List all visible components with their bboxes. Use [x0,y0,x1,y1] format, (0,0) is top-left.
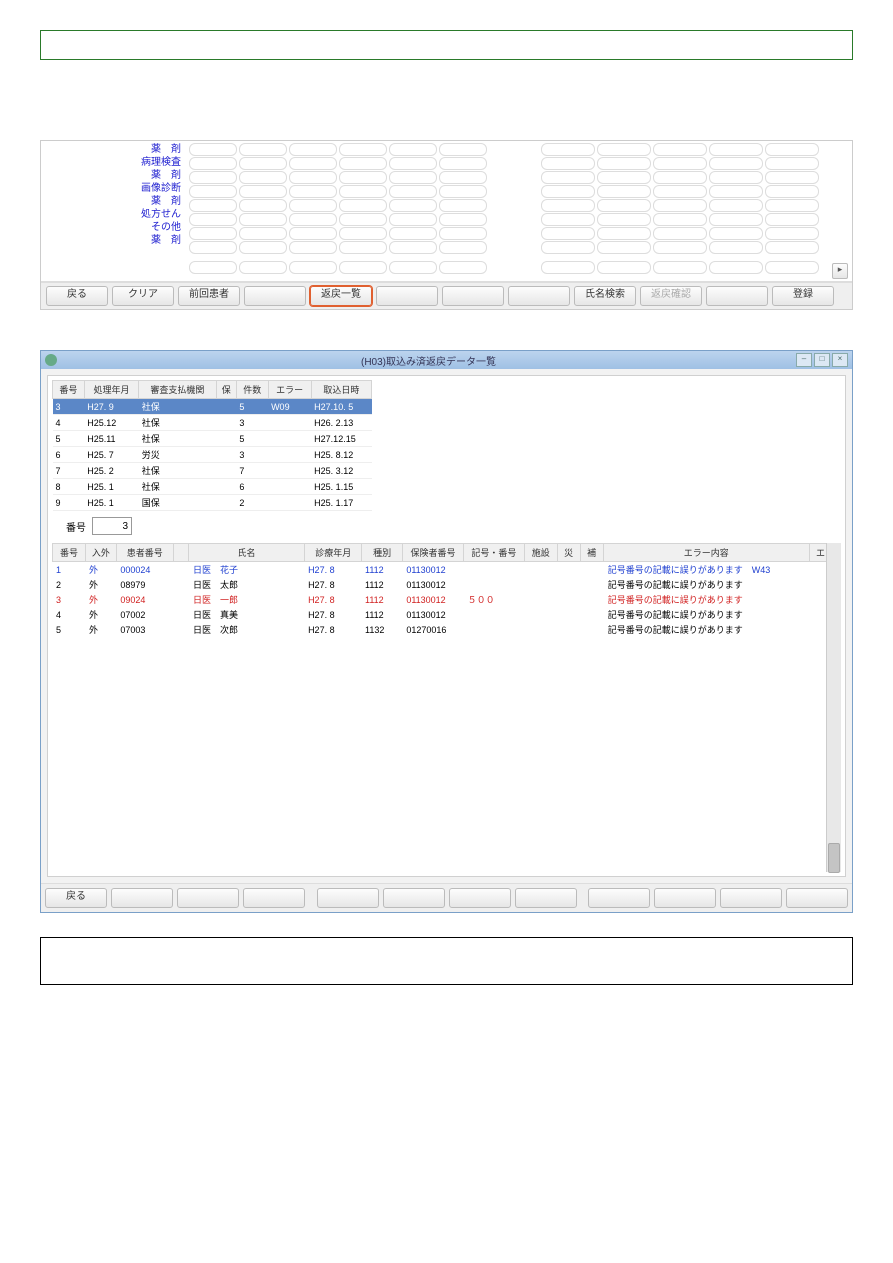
prev-patient-button[interactable]: 前回患者 [178,286,240,306]
column-header[interactable]: 保 [216,381,236,399]
table-row[interactable]: 5外07003日医 次郎H27. 8113201270016記号番号の記載に誤り… [52,622,841,637]
window-back-button[interactable]: 戻る [45,888,107,908]
cell-grid: ▸ [185,141,852,281]
table-row[interactable]: 3外09024日医 一郎H27. 8111201130012５００記号番号の記載… [52,592,841,607]
column-header[interactable]: 保険者番号 [403,544,464,562]
column-header[interactable]: 番号 [53,381,85,399]
column-header[interactable]: エラー [268,381,311,399]
titlebar: (H03)取込み済返戻データ一覧 – □ × [41,351,852,369]
blank-button[interactable]: _ [244,286,306,306]
column-header[interactable]: 取込日時 [311,381,371,399]
upper-panel: 薬 剤病理検査薬 剤画像診断薬 剤処方せんその他薬 剤 ▸ 戻る クリア 前回患… [40,140,853,310]
category-label: 薬 剤 [41,143,181,156]
scroll-right-icon[interactable]: ▸ [832,263,848,279]
detail-table[interactable]: 番号入外患者番号氏名診療年月種別保険者番号記号・番号施設災補エラー内容エラ 1外… [52,543,841,872]
blank-button[interactable]: _ [720,888,782,908]
column-header[interactable]: 記号・番号 [463,544,524,562]
close-icon[interactable]: × [832,353,848,367]
category-label: 病理検査 [41,156,181,169]
table-row[interactable]: 4外07002日医 真美H27. 8111201130012記号番号の記載に誤り… [52,607,841,622]
category-label: 薬 剤 [41,234,181,247]
column-header[interactable]: 補 [580,544,603,562]
table-row[interactable]: 9H25. 1国保2H25. 1.17 [53,495,372,511]
column-header[interactable]: 災 [557,544,580,562]
blank-button[interactable]: _ [588,888,650,908]
table-row[interactable]: 7H25. 2社保7H25. 3.12 [53,463,372,479]
category-labels: 薬 剤病理検査薬 剤画像診断薬 剤処方せんその他薬 剤 [41,141,185,281]
table-row[interactable]: 6H25. 7労災3H25. 8.12 [53,447,372,463]
column-header[interactable]: エラー内容 [603,544,809,562]
return-list-button[interactable]: 返戻一覧 [310,286,372,306]
register-button[interactable]: 登録 [772,286,834,306]
blank-button[interactable]: _ [449,888,511,908]
clear-button[interactable]: クリア [112,286,174,306]
blank-button[interactable]: _ [383,888,445,908]
selected-no-label: 番号 [66,519,86,534]
window-title: (H03)取込み済返戻データ一覧 [63,353,794,368]
app-icon [45,354,57,366]
table-row[interactable]: 4H25.12社保3H26. 2.13 [53,415,372,431]
table-row[interactable]: 2外08979日医 太郎H27. 8111201130012記号番号の記載に誤り… [52,577,841,592]
category-label: 処方せん [41,208,181,221]
scroll-thumb[interactable] [828,843,840,873]
maximize-icon[interactable]: □ [814,353,830,367]
column-header[interactable]: 診療年月 [305,544,362,562]
name-search-button[interactable]: 氏名検索 [574,286,636,306]
blank-button[interactable]: _ [177,888,239,908]
blank-button[interactable]: _ [654,888,716,908]
blank-button[interactable]: _ [706,286,768,306]
blank-button[interactable]: _ [317,888,379,908]
upper-toolbar: 戻る クリア 前回患者 _ 返戻一覧 _ _ _ 氏名検索 返戻確認 _ 登録 [41,282,852,309]
selected-no-input[interactable] [92,517,132,535]
column-header[interactable]: 患者番号 [116,544,173,562]
category-label: 薬 剤 [41,169,181,182]
column-header[interactable]: 氏名 [188,544,305,562]
blank-button[interactable]: _ [515,888,577,908]
blank-button[interactable]: _ [376,286,438,306]
table-row[interactable]: 8H25. 1社保6H25. 1.15 [53,479,372,495]
window-toolbar: 戻る _ _ _ _ _ _ _ _ _ _ _ [41,883,852,912]
blank-button[interactable]: _ [508,286,570,306]
return-data-window: (H03)取込み済返戻データ一覧 – □ × 番号処理年月審査支払機関保件数エラ… [40,350,853,913]
table-row[interactable]: 3H27. 9社保5W09H27.10. 5 [53,399,372,415]
top-green-box [40,30,853,60]
category-label: 薬 剤 [41,195,181,208]
table-row[interactable]: 5H25.11社保5H27.12.15 [53,431,372,447]
back-button[interactable]: 戻る [46,286,108,306]
minimize-icon[interactable]: – [796,353,812,367]
category-label: その他 [41,221,181,234]
blank-button[interactable]: _ [442,286,504,306]
summary-table[interactable]: 番号処理年月審査支払機関保件数エラー取込日時 3H27. 9社保5W09H27.… [52,380,372,511]
column-header[interactable]: 処理年月 [84,381,139,399]
blank-button[interactable]: _ [786,888,848,908]
scrollbar[interactable] [826,543,841,872]
blank-button[interactable]: _ [111,888,173,908]
column-header[interactable]: 件数 [236,381,268,399]
table-row[interactable]: 1外000024日医 花子H27. 8111201130012記号番号の記載に誤… [52,562,841,577]
blank-button[interactable]: _ [243,888,305,908]
column-header[interactable]: 審査支払機関 [139,381,216,399]
bottom-black-box [40,937,853,985]
column-header[interactable]: 番号 [53,544,86,562]
column-header[interactable]: 種別 [362,544,403,562]
return-confirm-button: 返戻確認 [640,286,702,306]
column-header[interactable]: 入外 [85,544,116,562]
column-header[interactable]: 施設 [524,544,557,562]
category-label: 画像診断 [41,182,181,195]
column-header[interactable] [173,544,188,562]
